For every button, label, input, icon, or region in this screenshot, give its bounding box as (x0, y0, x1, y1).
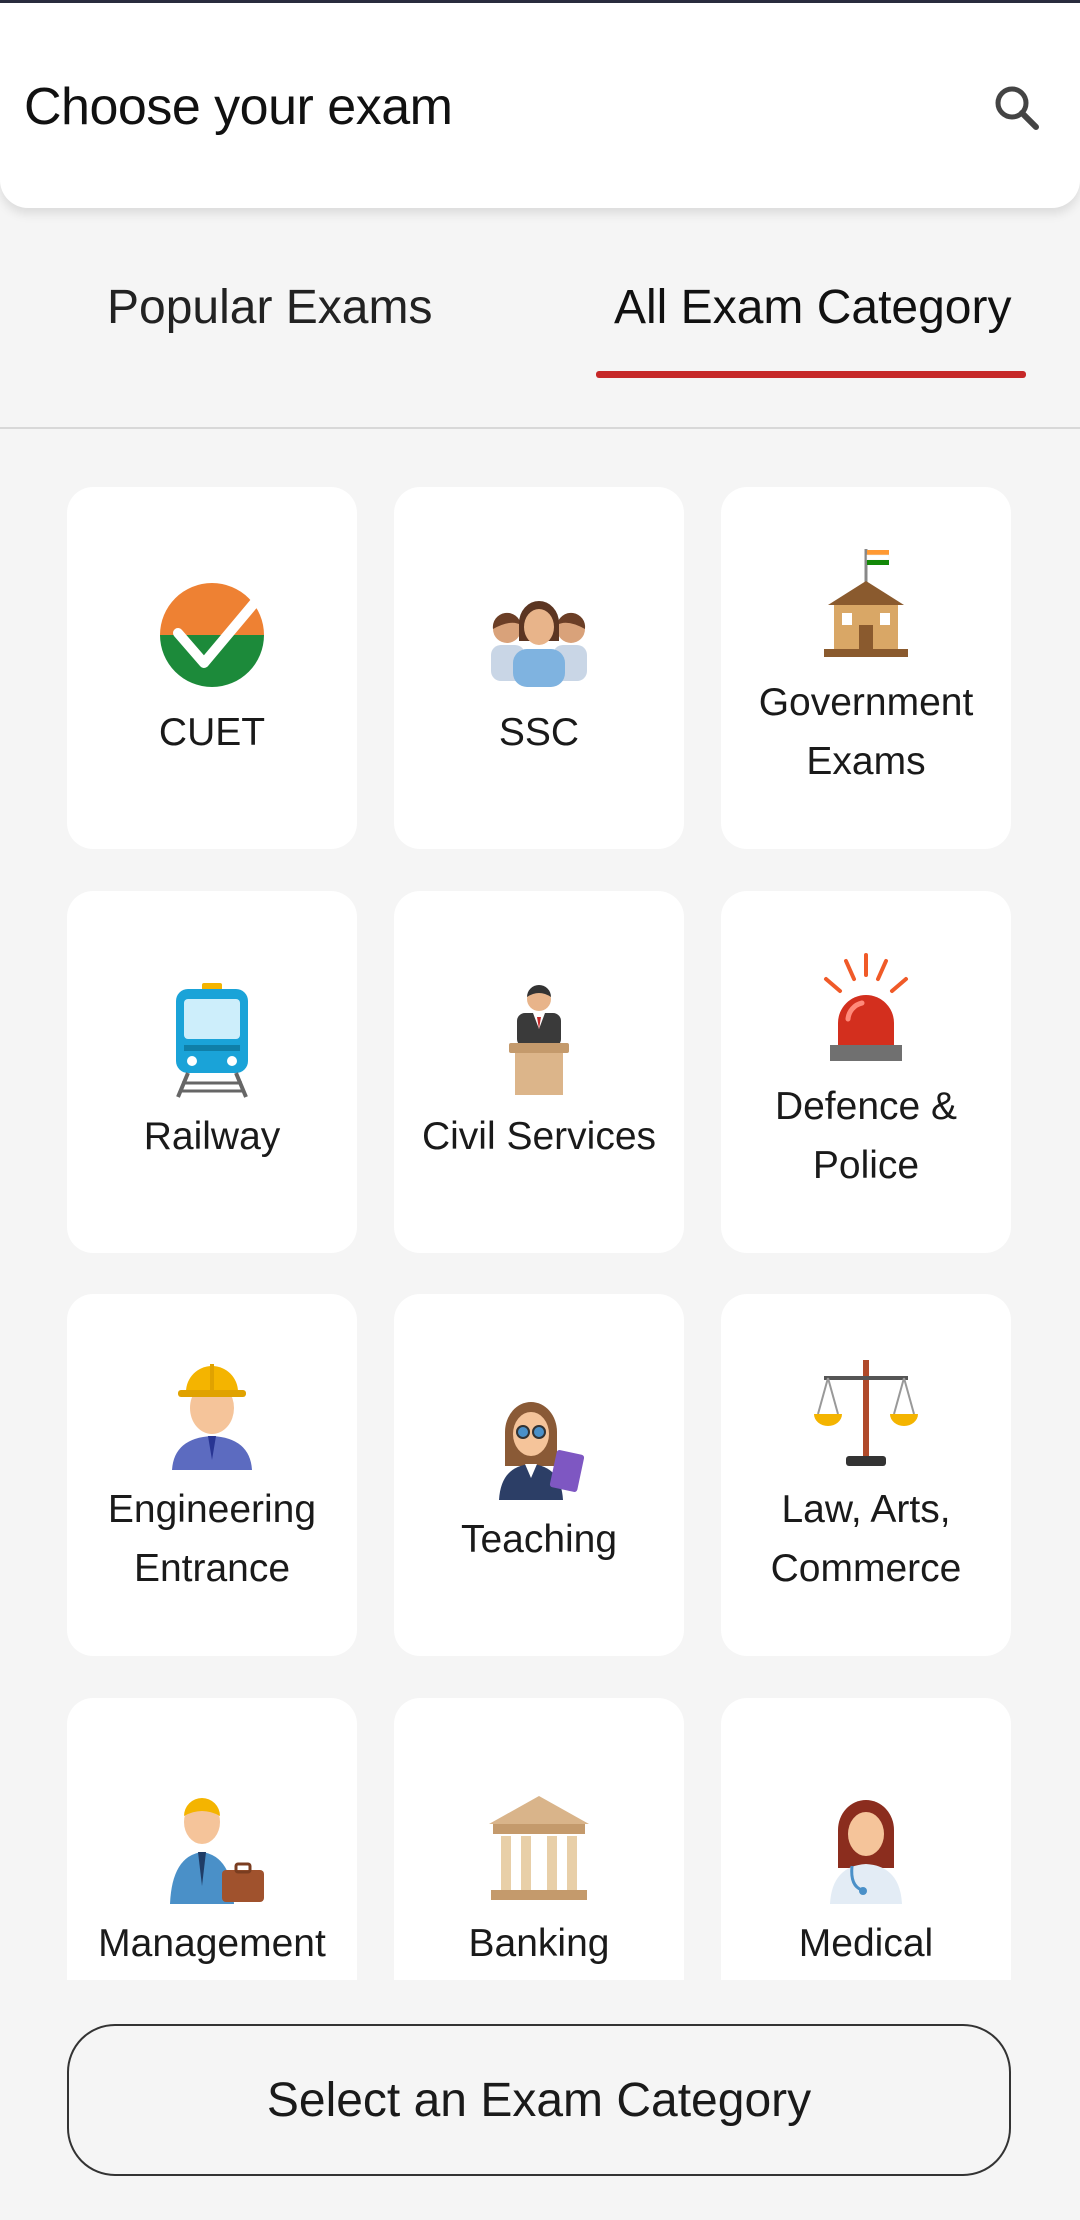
scales-of-justice-icon (806, 1352, 926, 1472)
category-label: Civil Services (421, 1114, 657, 1158)
category-label: Banking (468, 1921, 610, 1965)
page-title: Choose your exam (24, 78, 453, 136)
category-card-defence-police[interactable]: Defence & Police (721, 891, 1011, 1253)
category-card-ssc[interactable]: SSC (394, 487, 684, 849)
bank-icon (479, 1786, 599, 1906)
tab-all-exam-category[interactable]: All Exam Category (614, 280, 1011, 335)
tab-popular-exams[interactable]: Popular Exams (107, 280, 432, 335)
train-icon (152, 979, 272, 1099)
category-card-teaching[interactable]: Teaching (394, 1294, 684, 1656)
category-label: Engineering Entrance (107, 1488, 317, 1590)
speaker-podium-icon (479, 979, 599, 1099)
category-label: Railway (143, 1114, 281, 1158)
category-card-railway[interactable]: Railway (67, 891, 357, 1253)
category-card-banking[interactable]: Banking (394, 1698, 684, 1980)
category-grid: CUET SSC Government Exams Railway Civil … (0, 432, 1080, 1980)
bottom-bar: Select an Exam Category (0, 1980, 1080, 2220)
category-label: Management (98, 1921, 326, 1965)
app-header: Choose your exam (0, 3, 1080, 208)
category-card-management[interactable]: Management (67, 1698, 357, 1980)
category-label: Teaching (460, 1517, 618, 1561)
category-label: CUET (158, 710, 266, 754)
select-exam-category-button[interactable]: Select an Exam Category (67, 2024, 1011, 2176)
category-card-civil-services[interactable]: Civil Services (394, 891, 684, 1253)
category-card-cuet[interactable]: CUET (67, 487, 357, 849)
people-group-icon (479, 575, 599, 695)
category-label: Defence & Police (774, 1085, 958, 1187)
government-building-icon (806, 545, 926, 665)
category-card-engineering-entrance[interactable]: Engineering Entrance (67, 1294, 357, 1656)
engineer-icon (152, 1352, 272, 1472)
doctor-icon (806, 1786, 926, 1906)
category-card-medical[interactable]: Medical (721, 1698, 1011, 1980)
siren-icon (806, 949, 926, 1069)
active-tab-indicator (596, 371, 1026, 378)
businessman-icon (152, 1786, 272, 1906)
teacher-icon (479, 1382, 599, 1502)
category-label: SSC (498, 710, 580, 754)
category-card-law-arts-commerce[interactable]: Law, Arts, Commerce (721, 1294, 1011, 1656)
checkmark-badge-icon (152, 575, 272, 695)
tabs-divider (0, 427, 1080, 429)
search-icon[interactable] (990, 81, 1046, 137)
category-label: Law, Arts, Commerce (770, 1488, 962, 1590)
exam-tabs: Popular Exams All Exam Category (0, 250, 1080, 430)
category-label: Medical (798, 1921, 934, 1965)
category-label: Government Exams (758, 681, 974, 783)
category-card-government-exams[interactable]: Government Exams (721, 487, 1011, 849)
